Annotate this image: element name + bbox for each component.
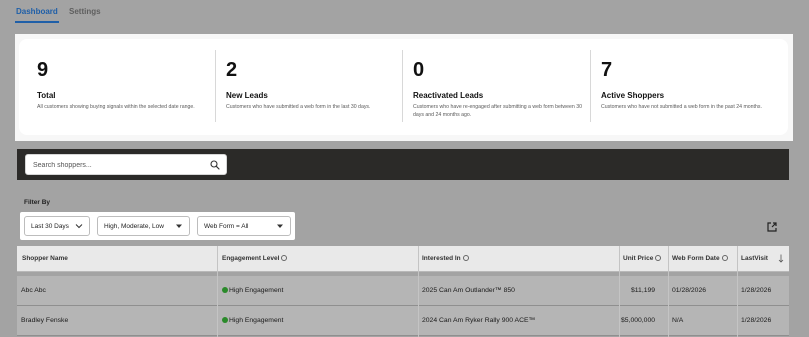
table-row[interactable]: Abc Abc High Engagement 2025 Can Am Outl… <box>17 276 789 306</box>
cell-engagement-level: High Engagement <box>222 287 283 294</box>
card-description: Customers who have re-engaged after subm… <box>413 104 582 118</box>
tab-bar: Dashboard Settings <box>0 0 809 30</box>
cell-last-visit: 1/28/2026 <box>741 317 772 324</box>
card-value: 2 <box>226 59 238 81</box>
column-header-label: Unit Price <box>623 255 654 262</box>
card-label: Reactivated Leads <box>413 91 484 100</box>
cell-unit-price: $11,199 <box>631 287 656 294</box>
column-header-label: Interested In <box>422 255 461 262</box>
cell-shopper-name[interactable]: Abc Abc <box>21 287 46 294</box>
summary-card-reactivated-leads: 0 Reactivated Leads Customers who have r… <box>402 39 590 135</box>
card-label: New Leads <box>226 91 268 100</box>
caret-down-icon <box>176 224 182 228</box>
sort-arrow-icon[interactable] <box>778 254 784 263</box>
summary-card-new-leads: 2 New Leads Customers who have submitted… <box>215 39 402 135</box>
engagement-status-dot <box>222 287 228 293</box>
engagement-label: High Engagement <box>229 287 284 294</box>
engagement-select[interactable]: High, Moderate, Low <box>97 216 190 236</box>
column-header-interested-in[interactable]: Interested In <box>422 255 469 262</box>
card-value: 9 <box>37 59 49 81</box>
engagement-status-dot <box>222 317 228 323</box>
info-icon[interactable] <box>655 255 662 261</box>
search-toolbar <box>17 149 789 180</box>
card-description: Customers who have submitted a web form … <box>226 104 371 110</box>
info-icon[interactable] <box>281 255 288 261</box>
table-row[interactable]: Bradley Fenske High Engagement 2024 Can … <box>17 306 789 336</box>
column-separator <box>217 246 218 337</box>
engagement-value: High, Moderate, Low <box>104 223 164 230</box>
tab-dashboard[interactable]: Dashboard <box>16 7 58 16</box>
column-header-label: Web Form Date <box>672 255 720 262</box>
tab-settings[interactable]: Settings <box>69 7 101 16</box>
column-separator <box>619 246 620 337</box>
card-description: Customers who have not submitted a web f… <box>601 104 762 110</box>
column-separator <box>737 246 738 337</box>
card-label: Active Shoppers <box>601 91 665 100</box>
engagement-label: High Engagement <box>229 317 284 324</box>
date-range-value: Last 30 Days <box>31 223 69 230</box>
cell-interested-in: 2024 Can Am Ryker Rally 900 ACE™ <box>422 317 536 324</box>
table-header: Shopper Name Engagement Level Interested… <box>17 246 789 272</box>
card-value: 7 <box>601 59 613 81</box>
summary-section: 9 Total All customers showing buying sig… <box>15 34 793 141</box>
column-separator <box>668 246 669 337</box>
chevron-down-icon <box>75 224 83 229</box>
active-tab-indicator <box>15 21 59 23</box>
web-form-select[interactable]: Web Form = All <box>197 216 291 236</box>
date-range-select[interactable]: Last 30 Days <box>24 216 90 236</box>
column-header-web-form-date[interactable]: Web Form Date <box>672 255 728 262</box>
card-label: Total <box>37 91 56 100</box>
summary-card-active-shoppers: 7 Active Shoppers Customers who have not… <box>590 39 788 135</box>
caret-down-icon <box>277 224 283 228</box>
search-input[interactable] <box>33 158 205 172</box>
info-icon[interactable] <box>721 255 728 261</box>
column-separator <box>418 246 419 337</box>
search-box <box>25 154 227 175</box>
cell-web-form-date: 01/28/2026 <box>672 287 707 294</box>
cell-last-visit: 1/28/2026 <box>741 287 772 294</box>
cell-shopper-name[interactable]: Bradley Fenske <box>21 317 68 324</box>
export-icon[interactable] <box>766 221 778 233</box>
summary-card-total: 9 Total All customers showing buying sig… <box>19 39 215 135</box>
card-description: All customers showing buying signals wit… <box>37 104 195 110</box>
column-header-last-visit[interactable]: LastVisit <box>741 255 768 262</box>
cell-engagement-level: High Engagement <box>222 317 283 324</box>
web-form-value: Web Form = All <box>204 223 249 230</box>
column-header-unit-price[interactable]: Unit Price <box>623 255 662 262</box>
column-header-engagement-level[interactable]: Engagement Level <box>222 255 288 262</box>
filter-group: Last 30 Days High, Moderate, Low Web For… <box>20 212 295 240</box>
filter-title: Filter By <box>24 199 51 206</box>
cell-unit-price: $5,000,000 <box>621 317 656 324</box>
column-header-shopper-name[interactable]: Shopper Name <box>22 255 68 262</box>
search-icon[interactable] <box>210 160 220 170</box>
card-value: 0 <box>413 59 425 81</box>
info-icon[interactable] <box>462 255 469 261</box>
cell-interested-in: 2025 Can Am Outlander™ 850 <box>422 287 515 294</box>
column-header-label: Engagement Level <box>222 255 280 262</box>
summary-cards: 9 Total All customers showing buying sig… <box>19 39 788 135</box>
cell-web-form-date: N/A <box>672 317 684 324</box>
